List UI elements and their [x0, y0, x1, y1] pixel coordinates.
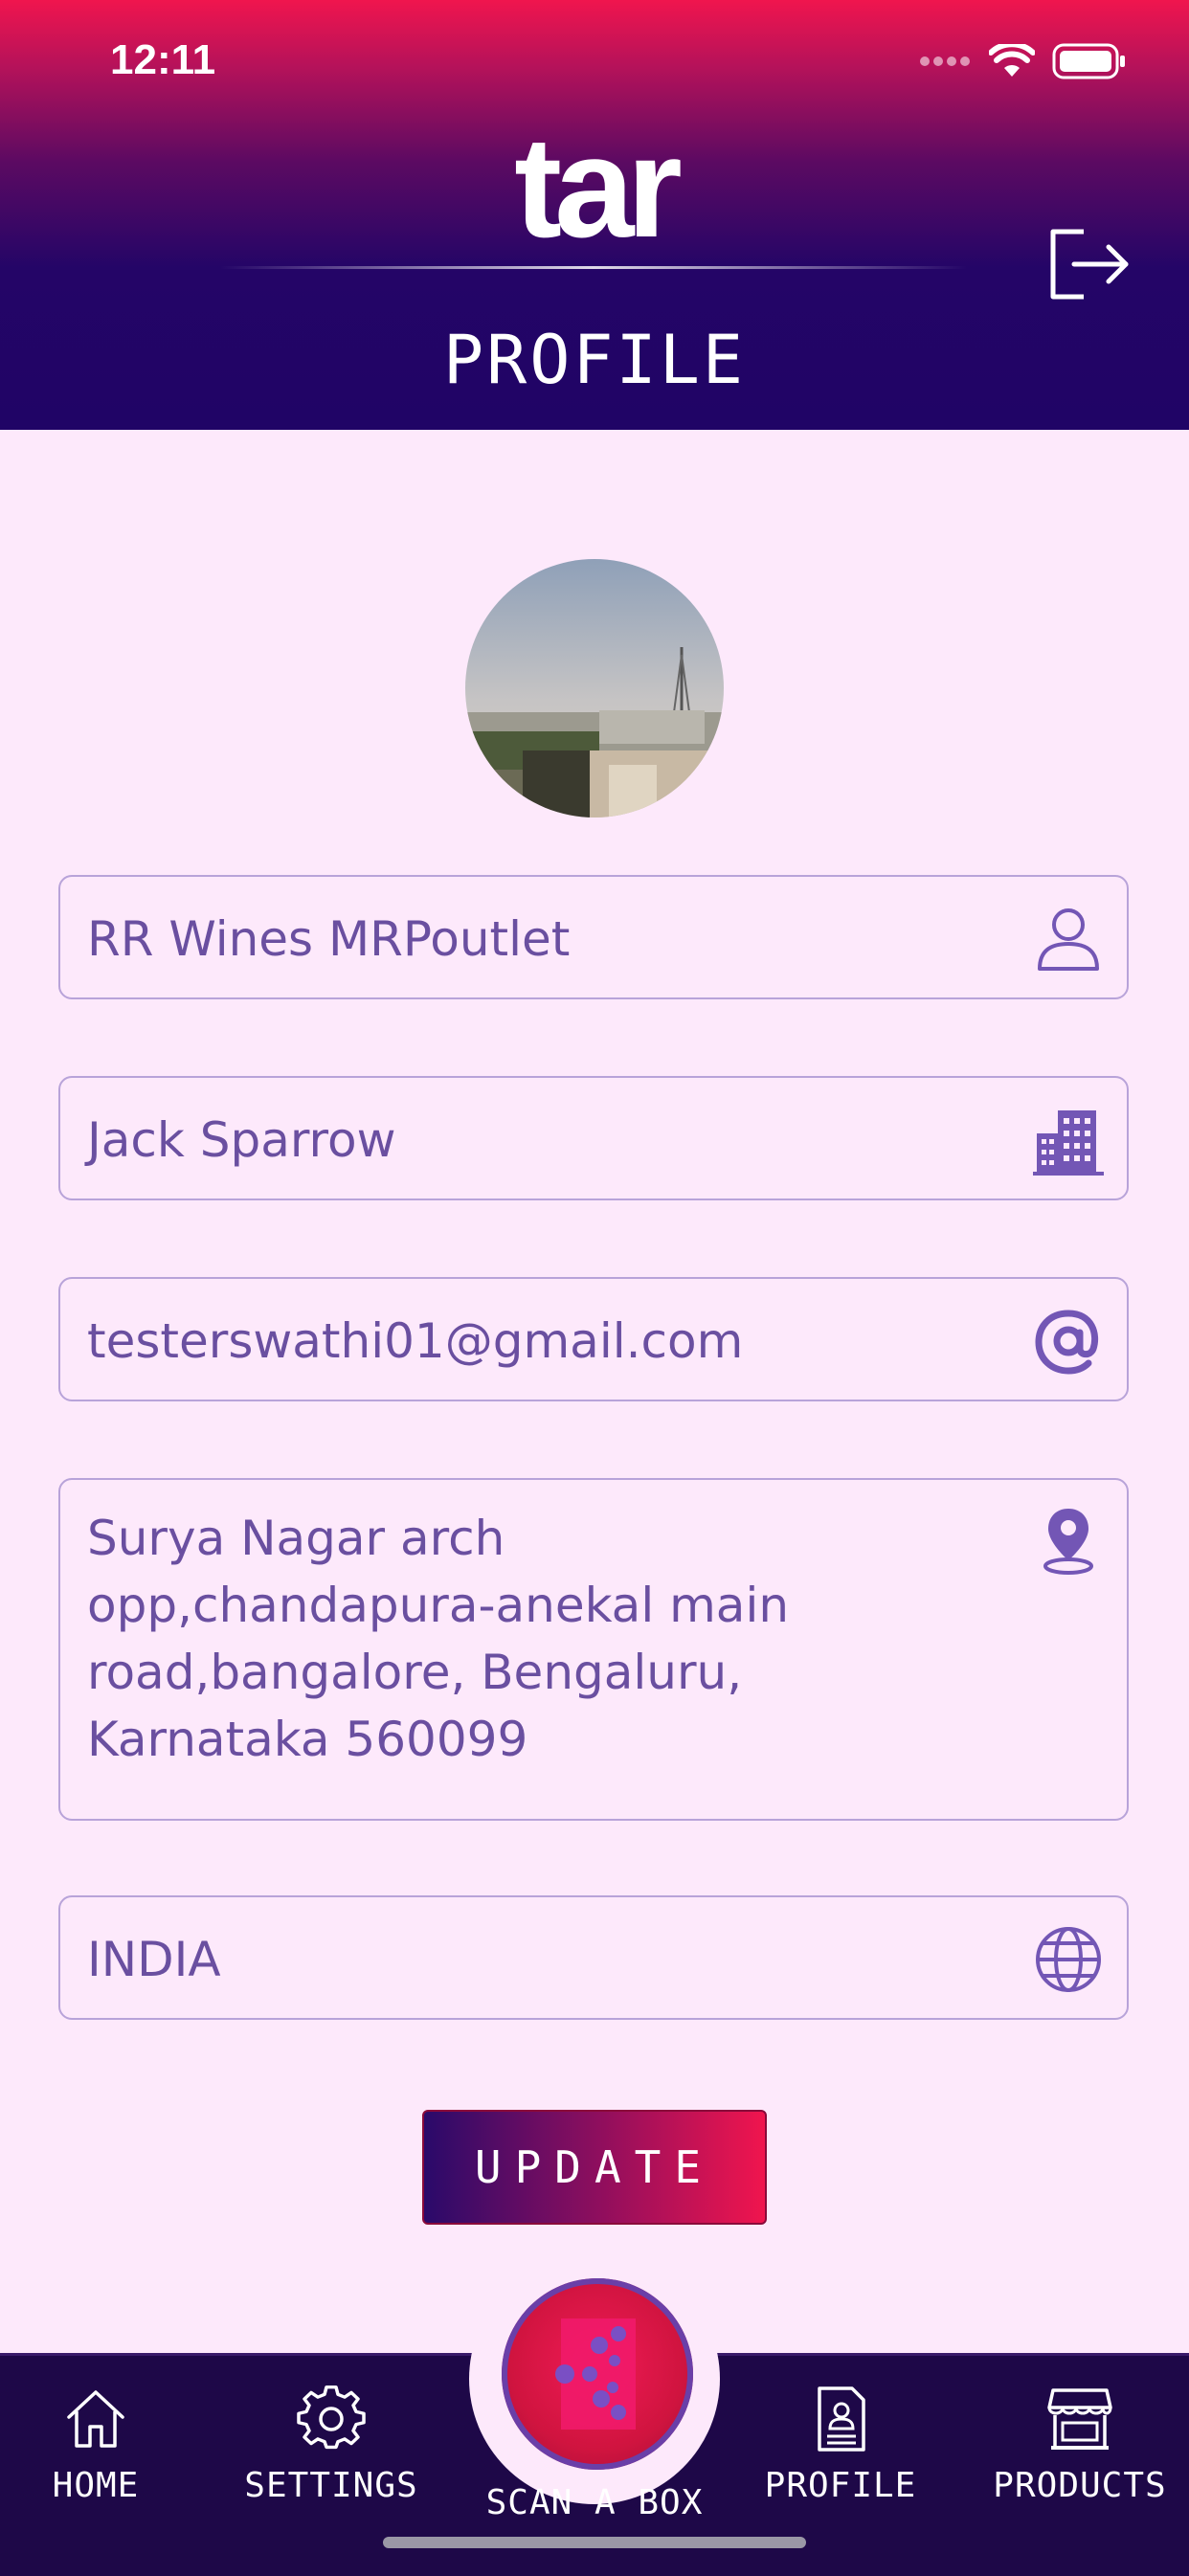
- battery-icon: [1052, 43, 1125, 79]
- building-icon: [1033, 1110, 1104, 1176]
- business-name-value[interactable]: RR Wines MRPoutlet: [87, 877, 570, 1001]
- tab-profile-label: PROFILE: [764, 2466, 917, 2505]
- tab-scan-label: SCAN A BOX: [485, 2483, 704, 2522]
- person-icon: [1038, 908, 1099, 971]
- address-value[interactable]: Surya Nagar arch opp,chandapura-anekal m…: [87, 1505, 789, 1773]
- signal-icon: [920, 56, 970, 66]
- scan-icon: [555, 2318, 636, 2430]
- country-value[interactable]: INDIA: [87, 1897, 221, 2022]
- app-logo: tar: [514, 106, 683, 267]
- avatar-photo: [465, 559, 724, 818]
- home-indicator: [383, 2537, 806, 2548]
- owner-name-value[interactable]: Jack Sparrow: [87, 1078, 395, 1202]
- owner-name-field[interactable]: Jack Sparrow: [58, 1076, 1129, 1200]
- address-field[interactable]: Surya Nagar arch opp,chandapura-anekal m…: [58, 1478, 1129, 1821]
- store-icon: [1047, 2388, 1112, 2450]
- tab-settings-label: SETTINGS: [244, 2466, 418, 2505]
- logout-icon[interactable]: [1045, 226, 1132, 302]
- tab-products[interactable]: PRODUCTS: [984, 2356, 1176, 2576]
- logo-divider: [220, 266, 967, 269]
- app-header: 12:11 tar PROFILE: [0, 0, 1189, 430]
- country-field[interactable]: INDIA: [58, 1895, 1129, 2020]
- gear-icon: [297, 2386, 366, 2450]
- update-button[interactable]: UPDATE: [422, 2110, 767, 2225]
- business-name-field[interactable]: RR Wines MRPoutlet: [58, 875, 1129, 999]
- status-time: 12:11: [110, 36, 216, 83]
- avatar[interactable]: [465, 559, 724, 818]
- location-pin-icon: [1043, 1509, 1093, 1575]
- tab-home[interactable]: HOME: [0, 2356, 191, 2576]
- wifi-icon: [989, 44, 1035, 77]
- page-title: PROFILE: [442, 321, 746, 399]
- email-field[interactable]: testerswathi01@gmail.com: [58, 1277, 1129, 1401]
- home-icon: [67, 2390, 124, 2448]
- status-icons: [918, 43, 1127, 79]
- profile-document-icon: [818, 2386, 865, 2452]
- tab-products-label: PRODUCTS: [993, 2466, 1167, 2505]
- tab-home-label: HOME: [52, 2466, 140, 2505]
- email-value[interactable]: testerswathi01@gmail.com: [87, 1279, 743, 1403]
- globe-icon: [1036, 1927, 1101, 1992]
- scan-a-box-button[interactable]: [502, 2278, 693, 2470]
- at-icon: [1035, 1310, 1099, 1375]
